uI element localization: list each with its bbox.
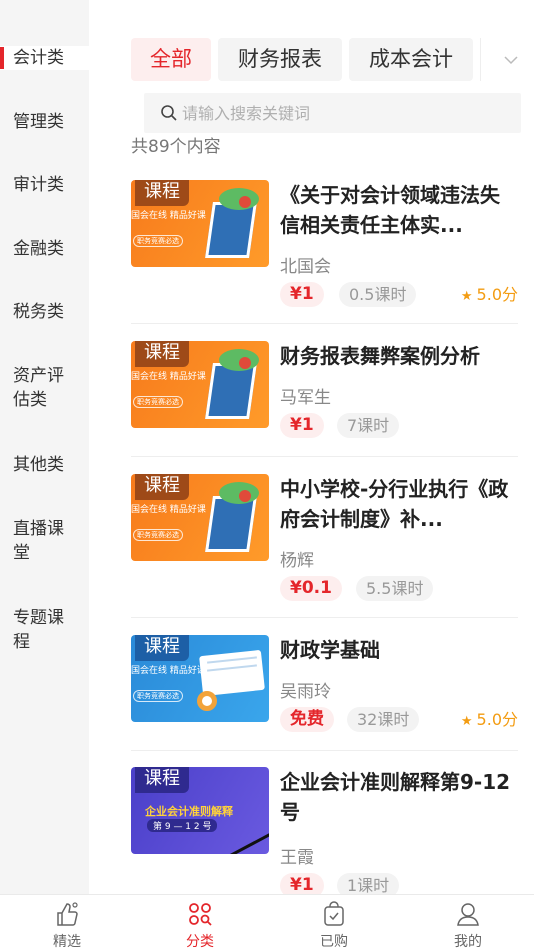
course-card[interactable]: 课程 国会在线 精品好课 职务竞赛必选 中小学校-分行业执行《政府会计制度》补.… [131, 474, 518, 618]
thumb-subtitle: 第 9 — 1 2 号 [147, 819, 218, 832]
star-icon: ★ [460, 289, 473, 304]
course-author: 王霞 [280, 848, 314, 868]
course-type-tag: 课程 [135, 341, 189, 367]
course-thumbnail: 课程 国会在线 精品好课 职务竞赛必选 [131, 341, 269, 428]
course-price: ¥1 [280, 282, 324, 307]
nav-label: 我的 [454, 934, 482, 950]
sidebar-item-label: 直播课堂 [13, 519, 64, 563]
course-hours: 32课时 [347, 707, 420, 732]
expand-tabs-button[interactable] [480, 38, 534, 81]
sidebar-item-special[interactable]: 专题课程 [0, 606, 80, 654]
sidebar-item-management[interactable]: 管理类 [0, 110, 89, 134]
sidebar-item-label: 管理类 [13, 112, 64, 132]
course-type-tag: 课程 [135, 635, 189, 661]
course-price: 免费 [280, 707, 334, 732]
category-sidebar: 会计类 管理类 审计类 金融类 税务类 资产评估类 其他类 直播课堂 专题课程 [0, 0, 89, 894]
sidebar-item-audit[interactable]: 审计类 [0, 173, 89, 197]
sidebar-item-label: 其他类 [13, 455, 64, 475]
course-hours: 5.5课时 [356, 576, 434, 601]
thumb-slogan: 国会在线 精品好课 [131, 372, 206, 382]
course-title: 《关于对会计领域违法失信相关责任主体实... [280, 183, 500, 237]
thumb-title: 企业会计准则解释 [145, 805, 233, 818]
course-title: 中小学校-分行业执行《政府会计制度》补... [280, 477, 509, 531]
thumb-pill: 职务竞赛必选 [133, 690, 183, 702]
thumb-slogan: 国会在线 精品好课 [131, 211, 206, 221]
rating-value: 5.0分 [476, 710, 518, 729]
sidebar-item-other[interactable]: 其他类 [0, 453, 89, 477]
star-icon: ★ [460, 714, 473, 729]
sidebar-item-live[interactable]: 直播课堂 [0, 517, 80, 565]
course-type-tag: 课程 [135, 180, 189, 206]
search-input[interactable] [182, 93, 502, 133]
sidebar-item-label: 税务类 [13, 302, 64, 322]
nav-featured[interactable]: 精选 [27, 895, 107, 950]
active-indicator [0, 47, 4, 69]
course-thumbnail: 课程 国会在线 精品好课 职务竞赛必选 [131, 474, 269, 561]
nav-category[interactable]: 分类 [160, 895, 240, 950]
sidebar-item-asset-valuation[interactable]: 资产评估类 [0, 364, 80, 412]
sidebar-item-label: 资产评估类 [13, 366, 64, 410]
tab-cost-accounting[interactable]: 成本会计 [349, 38, 473, 81]
thumb-slogan: 国会在线 精品好课 [131, 666, 206, 676]
thumb-pill: 职务竞赛必选 [133, 235, 183, 247]
course-hours: 0.5课时 [339, 282, 417, 307]
course-author: 杨辉 [280, 551, 314, 571]
course-type-tag: 课程 [135, 474, 189, 500]
course-title: 财政学基础 [280, 638, 380, 662]
thumbs-up-icon [57, 902, 78, 926]
course-rating: ★ 5.0分 [461, 707, 518, 734]
course-thumbnail: 课程 企业会计准则解释 第 9 — 1 2 号 [131, 767, 269, 854]
nav-label: 分类 [186, 934, 214, 950]
search-icon [161, 105, 177, 121]
course-title: 企业会计准则解释第9-12号 [280, 770, 511, 824]
course-hours: 7课时 [337, 413, 400, 438]
course-rating: ★ 5.0分 [461, 282, 518, 309]
course-card[interactable]: 课程 国会在线 精品好课 职务竞赛必选 《关于对会计领域违法失信相关责任主体实.… [131, 180, 518, 324]
sidebar-item-label: 审计类 [13, 175, 64, 195]
course-price: ¥1 [280, 413, 324, 438]
course-thumbnail: 课程 国会在线 精品好课 职务竞赛必选 [131, 635, 269, 722]
course-type-tag: 课程 [135, 767, 189, 793]
search-bar[interactable] [144, 93, 521, 133]
course-card[interactable]: 课程 国会在线 精品好课 职务竞赛必选 财政学基础 吴雨玲 免费 32课时 ★ 5… [131, 635, 518, 751]
chevron-down-icon [504, 56, 518, 65]
sidebar-item-accounting[interactable]: 会计类 [0, 46, 89, 70]
result-count: 共89个内容 [131, 137, 221, 157]
divider [131, 750, 518, 751]
sidebar-item-finance[interactable]: 金融类 [0, 237, 89, 261]
sidebar-item-label: 金融类 [13, 239, 64, 259]
nav-label: 精选 [53, 934, 81, 950]
course-author: 吴雨玲 [280, 682, 331, 702]
sidebar-item-label: 专题课程 [13, 608, 64, 652]
course-price: ¥0.1 [280, 576, 342, 601]
rating-value: 5.0分 [476, 285, 518, 304]
user-icon [457, 903, 479, 926]
category-icon [189, 903, 212, 926]
course-thumbnail: 课程 国会在线 精品好课 职务竞赛必选 [131, 180, 269, 267]
divider [131, 617, 518, 618]
sidebar-item-label: 会计类 [13, 48, 64, 68]
course-title: 财务报表舞弊案例分析 [280, 344, 480, 368]
bottom-navigation: 精选 分类 已购 我的 [0, 894, 534, 950]
divider [131, 323, 518, 324]
nav-label: 已购 [320, 934, 348, 950]
divider [131, 456, 518, 457]
course-author: 北国会 [280, 257, 331, 277]
course-author: 马军生 [280, 388, 331, 408]
sidebar-item-tax[interactable]: 税务类 [0, 300, 89, 324]
tab-all[interactable]: 全部 [131, 38, 211, 81]
nav-profile[interactable]: 我的 [428, 895, 508, 950]
thumb-slogan: 国会在线 精品好课 [131, 505, 206, 515]
bag-icon [324, 901, 344, 926]
nav-purchased[interactable]: 已购 [294, 895, 374, 950]
course-card[interactable]: 课程 国会在线 精品好课 职务竞赛必选 财务报表舞弊案例分析 马军生 ¥1 7课… [131, 341, 518, 457]
course-card[interactable]: 课程 企业会计准则解释 第 9 — 1 2 号 企业会计准则解释第9-12号 王… [131, 767, 518, 898]
thumb-pill: 职务竞赛必选 [133, 396, 183, 408]
tab-financial-statements[interactable]: 财务报表 [218, 38, 342, 81]
thumb-pill: 职务竞赛必选 [133, 529, 183, 541]
